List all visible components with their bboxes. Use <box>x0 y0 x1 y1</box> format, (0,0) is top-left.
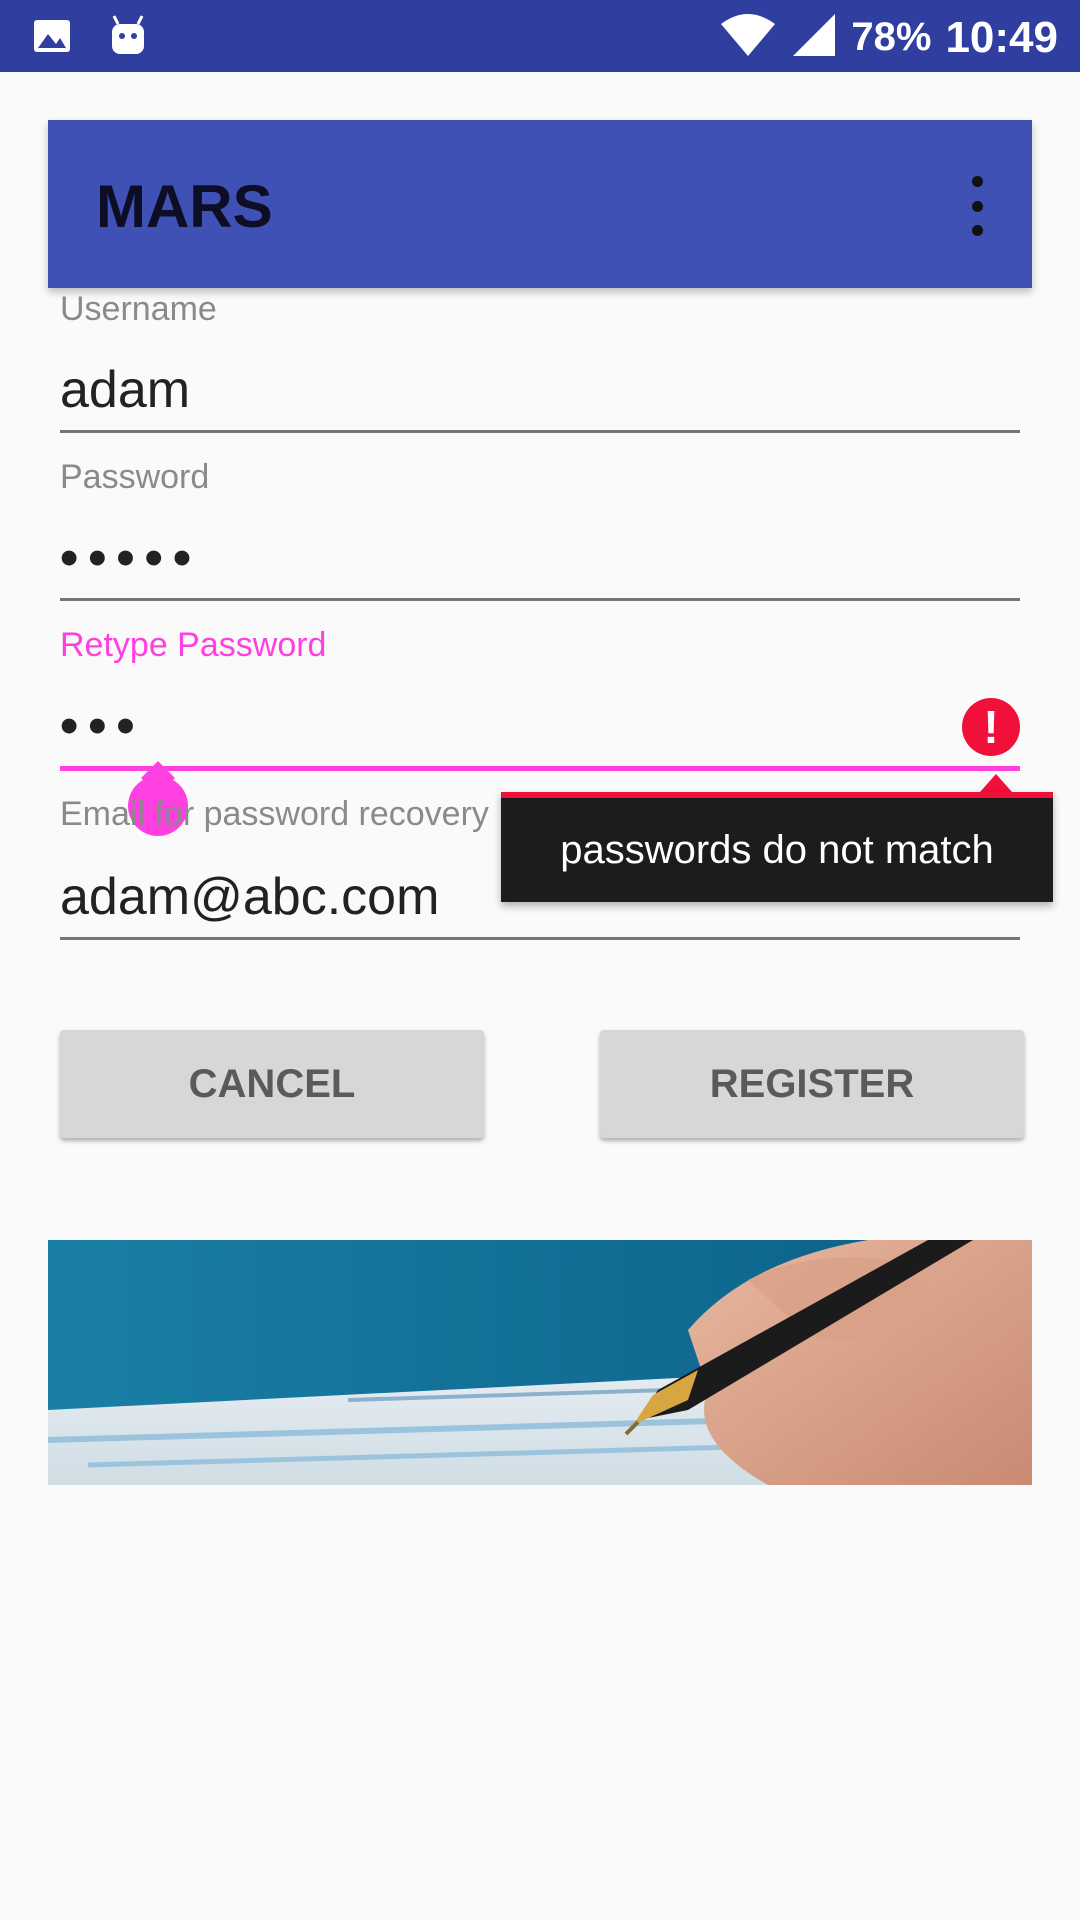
retype-password-input[interactable]: ••• <box>60 696 145 756</box>
password-input[interactable]: ••••• <box>60 528 201 588</box>
password-label: Password <box>60 458 210 496</box>
app-title: MARS <box>96 173 273 240</box>
more-vert-icon[interactable] <box>962 176 992 236</box>
retype-password-underline <box>60 766 1020 771</box>
error-popup-pointer <box>980 774 1012 792</box>
status-bar: 78% 10:49 <box>0 0 1080 72</box>
email-input[interactable]: adam@abc.com <box>60 867 439 927</box>
password-field[interactable]: Password ••••• <box>60 458 1020 608</box>
android-icon <box>108 14 148 63</box>
image-icon <box>32 16 72 61</box>
register-button[interactable]: REGISTER <box>600 1030 1024 1138</box>
username-field[interactable]: Username adam <box>60 288 1020 438</box>
battery-level: 78% <box>851 15 932 59</box>
banner-image <box>48 1240 1032 1485</box>
error-icon: ! <box>962 698 1020 756</box>
app-bar: MARS <box>48 120 1032 288</box>
error-popup: passwords do not match <box>501 792 1053 902</box>
clock: 10:49 <box>945 12 1058 62</box>
email-underline <box>60 937 1020 940</box>
email-label: Email for password recovery <box>60 795 489 833</box>
username-input[interactable]: adam <box>60 360 190 420</box>
signal-icon <box>791 12 837 63</box>
retype-password-label: Retype Password <box>60 626 327 664</box>
retype-password-field[interactable]: Retype Password ••• ! <box>60 626 1020 776</box>
error-message: passwords do not match <box>560 827 994 872</box>
cancel-button[interactable]: CANCEL <box>60 1030 484 1138</box>
password-underline <box>60 598 1020 601</box>
username-underline <box>60 430 1020 433</box>
wifi-icon <box>719 12 777 63</box>
username-label: Username <box>60 290 217 328</box>
